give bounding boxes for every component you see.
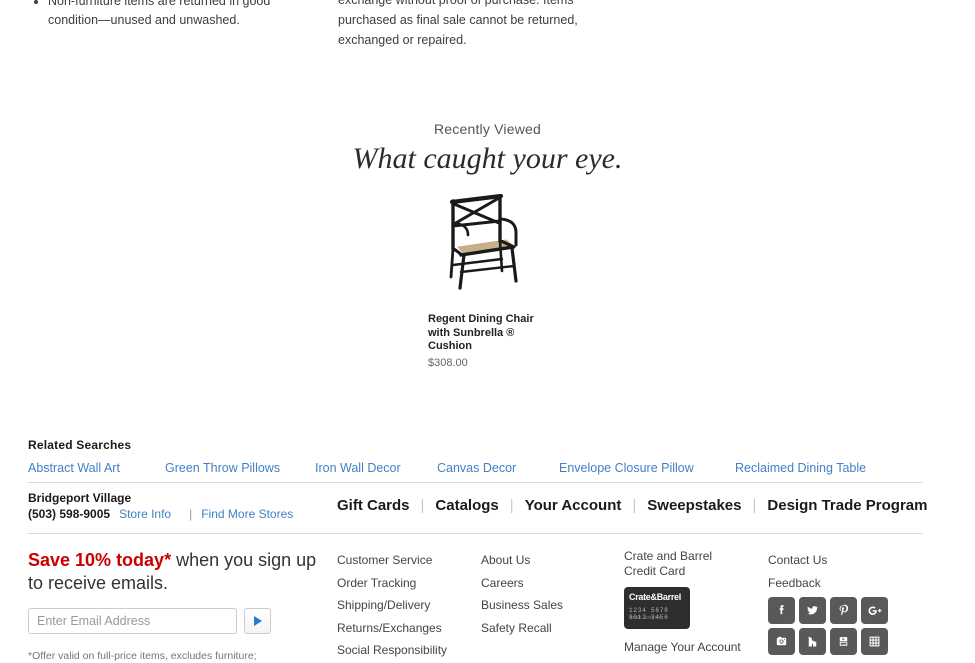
signup-headline: Save 10% today* when you sign up to rece… [28, 549, 318, 595]
footer-nav-gift-cards[interactable]: Gift Cards [337, 497, 410, 514]
svg-text:Tube: Tube [841, 644, 847, 646]
footer-nav-your-account[interactable]: Your Account [525, 497, 622, 514]
related-searches-links: Abstract Wall Art Green Throw Pillows Ir… [28, 461, 923, 475]
footer-link-about-us[interactable]: About Us [481, 549, 611, 572]
email-signup-section: Save 10% today* when you sign up to rece… [28, 549, 318, 663]
related-search-link-reclaimed-dining-table[interactable]: Reclaimed Dining Table [735, 461, 866, 475]
divider-above-store-row [28, 482, 923, 483]
store-details-row: (503) 598-9005 Store Info | Find More St… [28, 507, 328, 522]
footer-link-feedback[interactable]: Feedback [768, 572, 888, 595]
footer-link-order-tracking[interactable]: Order Tracking [337, 572, 472, 595]
signup-offer-highlight: Save 10% today* [28, 550, 172, 570]
related-search-link-abstract-wall-art[interactable]: Abstract Wall Art [28, 461, 165, 475]
footer-nav-separator: | [752, 497, 757, 514]
related-search-link-envelope-closure-pillow[interactable]: Envelope Closure Pillow [559, 461, 735, 475]
arrow-right-icon [253, 616, 262, 626]
credit-card-holder: JANE SMITH [629, 616, 662, 621]
credit-card-title-line-2: Credit Card [624, 563, 686, 578]
twitter-icon[interactable] [799, 597, 826, 624]
recently-viewed-section: Recently Viewed What caught your eye. [0, 120, 975, 178]
footer-link-contact-us[interactable]: Contact Us [768, 549, 888, 572]
related-searches-section: Related Searches Abstract Wall Art Green… [28, 438, 923, 475]
store-info-block: Bridgeport Village (503) 598-9005 Store … [28, 491, 328, 522]
footer-column-customer-service: Customer Service Order Tracking Shipping… [337, 549, 472, 662]
footer-link-shipping-delivery[interactable]: Shipping/Delivery [337, 594, 472, 617]
store-phone: (503) 598-9005 [28, 507, 111, 521]
store-info-link[interactable]: Store Info [119, 507, 171, 522]
footer-nav-separator: | [420, 497, 425, 514]
policy-bullet-list: Non-furniture items are returned in good… [28, 0, 318, 30]
footer-link-careers[interactable]: Careers [481, 572, 611, 595]
credit-card-title-line-1: Crate and Barrel [624, 549, 713, 563]
footer-nav-sweepstakes[interactable]: Sweepstakes [647, 497, 741, 514]
find-more-stores-link[interactable]: Find More Stores [201, 507, 293, 522]
footer-nav-separator: | [509, 497, 514, 514]
recently-viewed-headline: What caught your eye. [352, 142, 623, 175]
email-input[interactable] [28, 608, 237, 634]
manage-your-account-link[interactable]: Manage Your Account [624, 640, 754, 654]
regent-dining-chair-image[interactable] [428, 193, 538, 291]
credit-card-brand-label: Crate&Barrel [629, 592, 681, 602]
related-searches-title: Related Searches [28, 438, 132, 452]
recently-viewed-eyebrow: Recently Viewed [433, 121, 542, 137]
return-policy-section: Non-furniture items are returned in good… [0, 0, 975, 100]
googleplus-icon[interactable] [861, 597, 888, 624]
divider-below-store-row [28, 533, 923, 534]
instagram-icon[interactable] [768, 628, 795, 655]
email-submit-button[interactable] [244, 608, 271, 634]
youtube-icon[interactable]: Tube [830, 628, 857, 655]
email-signup-form [28, 608, 318, 634]
policy-left-column: Non-furniture items are returned in good… [28, 0, 318, 30]
store-name: Bridgeport Village [28, 491, 132, 505]
product-title[interactable]: Regent Dining Chair with Sunbrella ® Cus… [428, 313, 538, 354]
footer-primary-nav: Gift Cards | Catalogs | Your Account | S… [337, 497, 927, 514]
footer-link-business-sales[interactable]: Business Sales [481, 594, 611, 617]
pinterest-icon[interactable] [830, 597, 857, 624]
footer-column-contact: Contact Us Feedback [768, 549, 888, 594]
signup-disclaimer: *Offer valid on full-price items, exclud… [28, 650, 257, 662]
social-media-links: Tube [768, 597, 888, 655]
recently-viewed-product-card[interactable]: Regent Dining Chair with Sunbrella ® Cus… [428, 193, 538, 369]
footer-link-social-responsibility[interactable]: Social Responsibility [337, 639, 472, 662]
related-search-link-iron-wall-decor[interactable]: Iron Wall Decor [315, 461, 437, 475]
footer-nav-separator: | [632, 497, 637, 514]
footer-link-safety-recall[interactable]: Safety Recall [481, 617, 611, 640]
footer-nav-catalogs[interactable]: Catalogs [435, 497, 498, 514]
grid-icon[interactable] [861, 628, 888, 655]
related-search-link-green-throw-pillows[interactable]: Green Throw Pillows [165, 461, 315, 475]
policy-paragraph: exchange without proof of purchase. Item… [338, 0, 578, 47]
footer-column-credit-card: Crate and Barrel Credit Card Crate&Barre… [624, 549, 754, 654]
credit-card-image[interactable]: Crate&Barrel 1234 5678 9012 3456 JANE SM… [624, 587, 690, 629]
facebook-icon[interactable] [768, 597, 795, 624]
store-separator: | [189, 507, 193, 521]
footer-nav-design-trade-program[interactable]: Design Trade Program [767, 497, 927, 514]
product-price: $308.00 [428, 356, 468, 369]
houzz-icon[interactable] [799, 628, 826, 655]
policy-right-column: exchange without proof of purchase. Item… [338, 0, 603, 50]
related-search-link-canvas-decor[interactable]: Canvas Decor [437, 461, 559, 475]
footer-link-customer-service[interactable]: Customer Service [337, 549, 472, 572]
policy-bullet: Non-furniture items are returned in good… [48, 0, 318, 30]
footer-column-company: About Us Careers Business Sales Safety R… [481, 549, 611, 639]
footer-link-returns-exchanges[interactable]: Returns/Exchanges [337, 617, 472, 640]
